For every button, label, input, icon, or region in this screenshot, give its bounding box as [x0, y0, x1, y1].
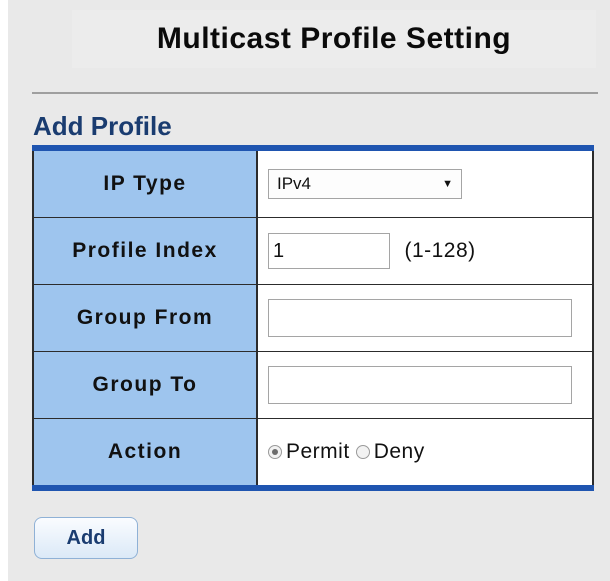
group-from-input[interactable]	[268, 299, 572, 337]
row-action: Action Permit Deny	[33, 418, 593, 488]
row-profile-index: Profile Index (1-128)	[33, 217, 593, 285]
ip-type-label: IP Type	[33, 148, 258, 218]
permit-radio-label[interactable]: Permit	[286, 440, 350, 464]
ip-type-cell: IPv4 ▼	[257, 148, 593, 218]
deny-radio[interactable]	[355, 445, 370, 459]
action-cell: Permit Deny	[257, 418, 593, 488]
add-button[interactable]: Add	[34, 517, 138, 559]
row-ip-type: IP Type IPv4 ▼	[33, 148, 593, 218]
page-title: Multicast Profile Setting	[156, 22, 512, 55]
page: Multicast Profile Setting Add Profile IP…	[0, 0, 610, 581]
section-title: Add Profile	[33, 111, 172, 141]
group-to-input[interactable]	[268, 366, 572, 404]
row-group-from: Group From	[33, 284, 593, 352]
profile-index-cell: (1-128)	[257, 217, 593, 285]
action-label: Action	[33, 418, 258, 488]
dropdown-arrow-icon: ▼	[442, 178, 453, 190]
ip-type-selected-value: IPv4	[277, 174, 312, 193]
ip-type-select[interactable]: IPv4 ▼	[268, 169, 462, 199]
action-radio-group: Permit Deny	[268, 440, 431, 464]
profile-index-label: Profile Index	[33, 217, 258, 285]
left-edge	[0, 0, 8, 581]
row-group-to: Group To	[33, 351, 593, 419]
add-profile-form: IP Type IPv4 ▼ Profile Index (1-128) Gro…	[32, 145, 594, 491]
permit-radio[interactable]	[268, 445, 282, 459]
profile-index-input[interactable]	[268, 233, 390, 269]
profile-index-range-hint: (1-128)	[404, 239, 476, 262]
group-to-cell	[257, 351, 593, 419]
group-to-label: Group To	[33, 351, 258, 419]
title-bar: Multicast Profile Setting	[72, 10, 596, 68]
group-from-label: Group From	[33, 284, 258, 352]
separator-line	[32, 92, 598, 94]
deny-radio-label[interactable]: Deny	[374, 440, 425, 464]
group-from-cell	[257, 284, 593, 352]
